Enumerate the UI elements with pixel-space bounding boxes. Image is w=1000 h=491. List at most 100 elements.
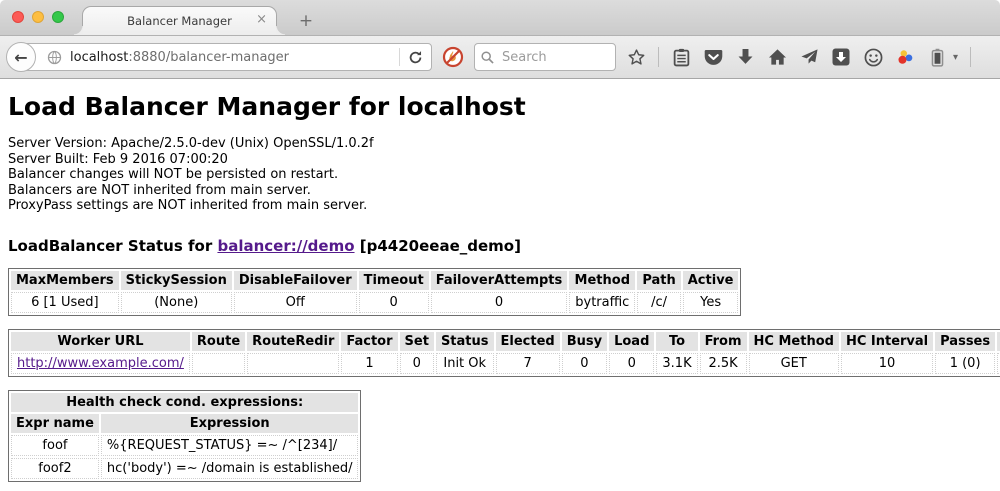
header-cell: HC Method bbox=[749, 332, 839, 351]
page-content: Load Balancer Manager for localhost Serv… bbox=[0, 79, 1000, 490]
zoom-window-button[interactable] bbox=[52, 11, 64, 23]
table-header-row: Expr name Expression bbox=[11, 414, 358, 433]
bookmarks-clipboard-icon[interactable] bbox=[671, 47, 691, 67]
header-cell: Timeout bbox=[359, 271, 429, 290]
cell-path: /c/ bbox=[637, 292, 680, 313]
browser-window: Balancer Manager × + ← localhost:8880/ba… bbox=[0, 0, 1000, 491]
worker-url-link[interactable]: http://www.example.com/ bbox=[17, 356, 184, 371]
health-check-table: Health check cond. expressions: Expr nam… bbox=[8, 390, 361, 482]
back-button[interactable]: ← bbox=[6, 42, 36, 72]
globe-icon bbox=[47, 50, 62, 65]
plugin-block-icon[interactable] bbox=[442, 46, 464, 68]
toolbar-separator bbox=[658, 47, 659, 67]
header-cell: Worker URL bbox=[11, 332, 190, 351]
cell-passes: 1 (0) bbox=[935, 353, 995, 374]
cell-busy: 0 bbox=[562, 353, 607, 374]
dropdown-caret-icon[interactable]: ▾ bbox=[953, 52, 958, 63]
downloads-icon[interactable] bbox=[735, 47, 755, 67]
table-header-row: MaxMembers StickySession DisableFailover… bbox=[11, 271, 738, 290]
worker-row: http://www.example.com/ 1 0 Init Ok 7 0 … bbox=[11, 353, 1000, 374]
header-cell: Expr name bbox=[11, 414, 99, 433]
cell-hc-interval: 10 bbox=[841, 353, 933, 374]
table-title-row: Health check cond. expressions: bbox=[11, 393, 358, 412]
header-cell: Load bbox=[609, 332, 654, 351]
cell-expr-name: foof bbox=[11, 435, 99, 456]
navigation-toolbar: ← localhost:8880/balancer-manager bbox=[0, 36, 1000, 79]
tab-balancer-manager[interactable]: Balancer Manager × bbox=[82, 6, 277, 35]
balancer-demo-link[interactable]: balancer://demo bbox=[217, 237, 354, 255]
tab-close-icon[interactable]: × bbox=[256, 13, 267, 27]
title-bar: Balancer Manager × + bbox=[0, 0, 1000, 36]
send-plane-icon[interactable] bbox=[799, 47, 819, 67]
inherit-note-line: Balancers are NOT inherited from main se… bbox=[8, 183, 992, 199]
table-row: foof %{REQUEST_STATUS} =~ /^[234]/ bbox=[11, 435, 358, 456]
home-icon[interactable] bbox=[767, 47, 787, 67]
loadbalancer-status-heading: LoadBalancer Status for balancer://demo … bbox=[8, 237, 992, 255]
cell-worker-url: http://www.example.com/ bbox=[11, 353, 190, 374]
header-cell: Busy bbox=[562, 332, 607, 351]
url-bar[interactable]: localhost:8880/balancer-manager bbox=[20, 43, 432, 71]
video-download-icon[interactable] bbox=[831, 47, 851, 67]
header-cell: Route bbox=[192, 332, 245, 351]
urlbar-separator bbox=[399, 48, 400, 66]
header-cell: From bbox=[700, 332, 747, 351]
server-version-line: Server Version: Apache/2.5.0-dev (Unix) … bbox=[8, 136, 992, 152]
reload-button[interactable] bbox=[406, 50, 431, 65]
table-row: foof2 hc('body') =~ /domain is establish… bbox=[11, 458, 358, 479]
cell-from: 2.5K bbox=[700, 353, 747, 374]
battery-icon[interactable] bbox=[927, 47, 947, 67]
header-cell: HC Interval bbox=[841, 332, 933, 351]
cell-failoverattempts: 0 bbox=[431, 292, 568, 313]
close-window-button[interactable] bbox=[12, 11, 24, 23]
persist-note-line: Balancer changes will NOT be persisted o… bbox=[8, 167, 992, 183]
header-cell: Elected bbox=[496, 332, 560, 351]
search-input[interactable] bbox=[500, 49, 609, 66]
url-host: localhost bbox=[70, 50, 128, 65]
search-icon bbox=[481, 51, 494, 64]
status-heading-suffix: [p4420eeae_demo] bbox=[355, 237, 521, 255]
menu-hamburger-icon[interactable] bbox=[983, 47, 1000, 67]
header-cell: RouteRedir bbox=[247, 332, 339, 351]
page-title: Load Balancer Manager for localhost bbox=[8, 79, 992, 121]
worker-table: Worker URL Route RouteRedir Factor Set S… bbox=[8, 329, 1000, 377]
cell-expression: %{REQUEST_STATUS} =~ /^[234]/ bbox=[101, 435, 359, 456]
bookmark-star-icon[interactable] bbox=[626, 47, 646, 67]
table-header-row: Worker URL Route RouteRedir Factor Set S… bbox=[11, 332, 1000, 351]
pocket-icon[interactable] bbox=[703, 47, 723, 67]
new-tab-button[interactable]: + bbox=[295, 11, 317, 31]
cell-stickysession: (None) bbox=[121, 292, 232, 313]
cell-factor: 1 bbox=[341, 353, 397, 374]
url-text: localhost:8880/balancer-manager bbox=[70, 50, 399, 65]
table-row: 6 [1 Used] (None) Off 0 0 bytraffic /c/ … bbox=[11, 292, 738, 313]
tab-title: Balancer Manager bbox=[127, 14, 232, 28]
toolbar-icons: ▾ bbox=[626, 47, 1000, 67]
cell-to: 3.1K bbox=[656, 353, 697, 374]
cell-disablefailover: Off bbox=[234, 292, 357, 313]
cell-route bbox=[192, 353, 245, 374]
cell-routeredir bbox=[247, 353, 339, 374]
header-cell: Factor bbox=[341, 332, 397, 351]
header-cell: Method bbox=[569, 271, 635, 290]
header-cell: Expression bbox=[101, 414, 359, 433]
cell-maxmembers: 6 [1 Used] bbox=[11, 292, 119, 313]
cell-active: Yes bbox=[683, 292, 739, 313]
cell-elected: 7 bbox=[496, 353, 560, 374]
header-cell: Active bbox=[683, 271, 739, 290]
toolbar-separator-2 bbox=[970, 47, 971, 67]
header-cell: Status bbox=[436, 332, 494, 351]
cell-method: bytraffic bbox=[569, 292, 635, 313]
minimize-window-button[interactable] bbox=[32, 11, 44, 23]
header-cell: Path bbox=[637, 271, 680, 290]
colored-dots-icon[interactable] bbox=[895, 47, 915, 67]
cell-set: 0 bbox=[400, 353, 434, 374]
header-cell: StickySession bbox=[121, 271, 232, 290]
cell-expr-name: foof2 bbox=[11, 458, 99, 479]
balancer-summary-table: MaxMembers StickySession DisableFailover… bbox=[8, 268, 741, 316]
header-cell: MaxMembers bbox=[11, 271, 119, 290]
feedback-smiley-icon[interactable] bbox=[863, 47, 883, 67]
search-bar[interactable] bbox=[474, 43, 616, 71]
header-cell: FailoverAttempts bbox=[431, 271, 568, 290]
cell-load: 0 bbox=[609, 353, 654, 374]
url-path: :8880/balancer-manager bbox=[128, 50, 289, 65]
traffic-lights bbox=[12, 11, 64, 23]
